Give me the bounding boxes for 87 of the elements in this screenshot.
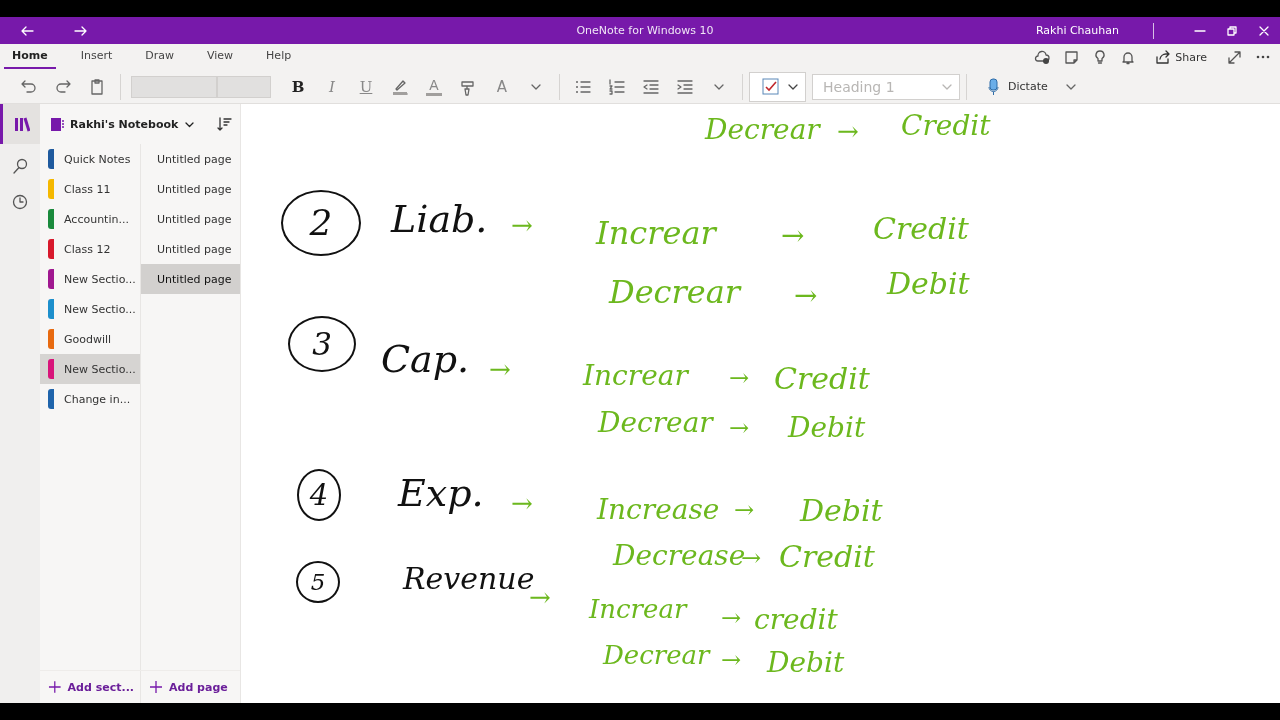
share-button[interactable]: Share bbox=[1149, 48, 1213, 66]
note-icon[interactable] bbox=[1064, 49, 1080, 65]
section-tab[interactable]: Change in... bbox=[40, 384, 140, 414]
notebooks-button[interactable] bbox=[0, 104, 40, 144]
section-tab[interactable]: Goodwill bbox=[40, 324, 140, 354]
ink-arrow: → bbox=[781, 222, 805, 250]
page-tab[interactable]: Untitled page bbox=[141, 144, 240, 174]
ribbon-tab[interactable]: Home bbox=[4, 45, 56, 69]
ink-arrow: → bbox=[511, 212, 533, 238]
page-tab[interactable]: Untitled page bbox=[141, 234, 240, 264]
ribbon-tab[interactable]: Insert bbox=[72, 45, 121, 69]
ink-arrow: → bbox=[721, 648, 742, 672]
handwritten-text: Increar bbox=[596, 217, 716, 249]
handwritten-text: Liab. bbox=[391, 200, 488, 238]
plus-icon bbox=[149, 680, 163, 694]
handwritten-text: Exp. bbox=[398, 474, 484, 512]
library-icon bbox=[13, 116, 30, 132]
page-tab[interactable]: Untitled page bbox=[141, 174, 240, 204]
expand-icon[interactable] bbox=[1227, 49, 1242, 65]
ink-arrow: → bbox=[794, 282, 818, 310]
handwritten-text: Increar bbox=[583, 362, 688, 390]
close-icon[interactable] bbox=[1258, 24, 1270, 37]
handwritten-text: Credit bbox=[901, 112, 991, 140]
restore-icon[interactable] bbox=[1226, 24, 1238, 37]
notebook-icon bbox=[50, 116, 64, 132]
font-name-field[interactable] bbox=[131, 75, 217, 98]
font-size-field[interactable] bbox=[217, 75, 271, 98]
section-tab[interactable]: New Sectio... bbox=[40, 354, 140, 384]
microphone-icon bbox=[987, 77, 1000, 96]
handwritten-text: Credit bbox=[774, 364, 870, 394]
circled-number: 3 bbox=[288, 316, 356, 372]
ink-arrow: → bbox=[837, 118, 859, 144]
circled-number: 5 bbox=[296, 561, 340, 603]
handwritten-text: Cap. bbox=[381, 340, 470, 378]
handwritten-text: Debit bbox=[800, 496, 883, 526]
bell-icon[interactable] bbox=[1121, 49, 1136, 65]
user-name[interactable]: Rakhi Chauhan bbox=[1035, 24, 1119, 37]
handwritten-text: credit bbox=[754, 606, 838, 634]
handwritten-text: Revenue bbox=[403, 564, 535, 594]
section-tab[interactable]: Accountin... bbox=[40, 204, 140, 234]
section-tab[interactable]: Quick Notes bbox=[40, 144, 140, 174]
handwritten-text: Credit bbox=[873, 214, 969, 244]
section-tab[interactable]: New Sectio... bbox=[40, 294, 140, 324]
ribbon-tab[interactable]: Help bbox=[258, 45, 300, 69]
circled-number: 4 bbox=[297, 469, 341, 521]
handwritten-text: Increar bbox=[589, 596, 687, 622]
page-tab[interactable]: Untitled page bbox=[141, 204, 240, 234]
clock-icon[interactable] bbox=[12, 194, 28, 210]
checkbox-icon bbox=[762, 78, 779, 95]
lightbulb-icon[interactable] bbox=[1093, 49, 1108, 65]
section-tab[interactable]: Class 11 bbox=[40, 174, 140, 204]
share-icon bbox=[1155, 49, 1171, 65]
window-title: OneNote for Windows 10 bbox=[576, 24, 714, 37]
ink-arrow: → bbox=[729, 366, 750, 390]
handwritten-text: Debit bbox=[767, 649, 845, 677]
bold-button[interactable]: B bbox=[281, 73, 315, 100]
ink-arrow: → bbox=[511, 490, 533, 516]
section-tab[interactable]: New Sectio... bbox=[40, 264, 140, 294]
sort-icon[interactable] bbox=[217, 117, 232, 131]
dictate-button[interactable]: Dictate bbox=[981, 76, 1054, 97]
handwritten-text: Decrear bbox=[705, 116, 820, 144]
circled-number: 2 bbox=[281, 190, 361, 256]
ribbon-tab[interactable]: View bbox=[199, 45, 242, 69]
plus-icon bbox=[48, 680, 62, 694]
handwritten-text: Increase bbox=[597, 496, 720, 524]
handwritten-text: Debit bbox=[788, 414, 866, 442]
section-tab[interactable]: Class 12 bbox=[40, 234, 140, 264]
handwritten-text: Decrear bbox=[603, 642, 710, 668]
numbered-list-icon[interactable] bbox=[608, 77, 626, 96]
decrease-indent-icon[interactable] bbox=[642, 77, 660, 96]
search-icon[interactable] bbox=[12, 158, 28, 174]
ribbon-tab[interactable]: Draw bbox=[137, 45, 182, 69]
handwritten-text: Decrear bbox=[609, 276, 741, 308]
handwritten-text: Credit bbox=[779, 542, 875, 572]
handwritten-text: Debit bbox=[887, 269, 970, 299]
notebook-dropdown[interactable]: Rakhi's Notebook bbox=[50, 116, 196, 132]
increase-indent-icon[interactable] bbox=[676, 77, 694, 96]
ink-arrow: → bbox=[721, 606, 742, 630]
ink-arrow: → bbox=[734, 498, 755, 522]
page-tab[interactable]: Untitled page bbox=[141, 264, 240, 294]
clipboard-icon[interactable] bbox=[88, 77, 106, 96]
more-icon[interactable] bbox=[1256, 53, 1270, 61]
ink-arrow: → bbox=[489, 356, 511, 382]
add-section-button[interactable]: Add sect... bbox=[40, 671, 140, 703]
ink-arrow: → bbox=[729, 416, 750, 440]
cloud-sync-icon[interactable] bbox=[1034, 49, 1051, 65]
handwritten-text: Decrear bbox=[598, 409, 713, 437]
